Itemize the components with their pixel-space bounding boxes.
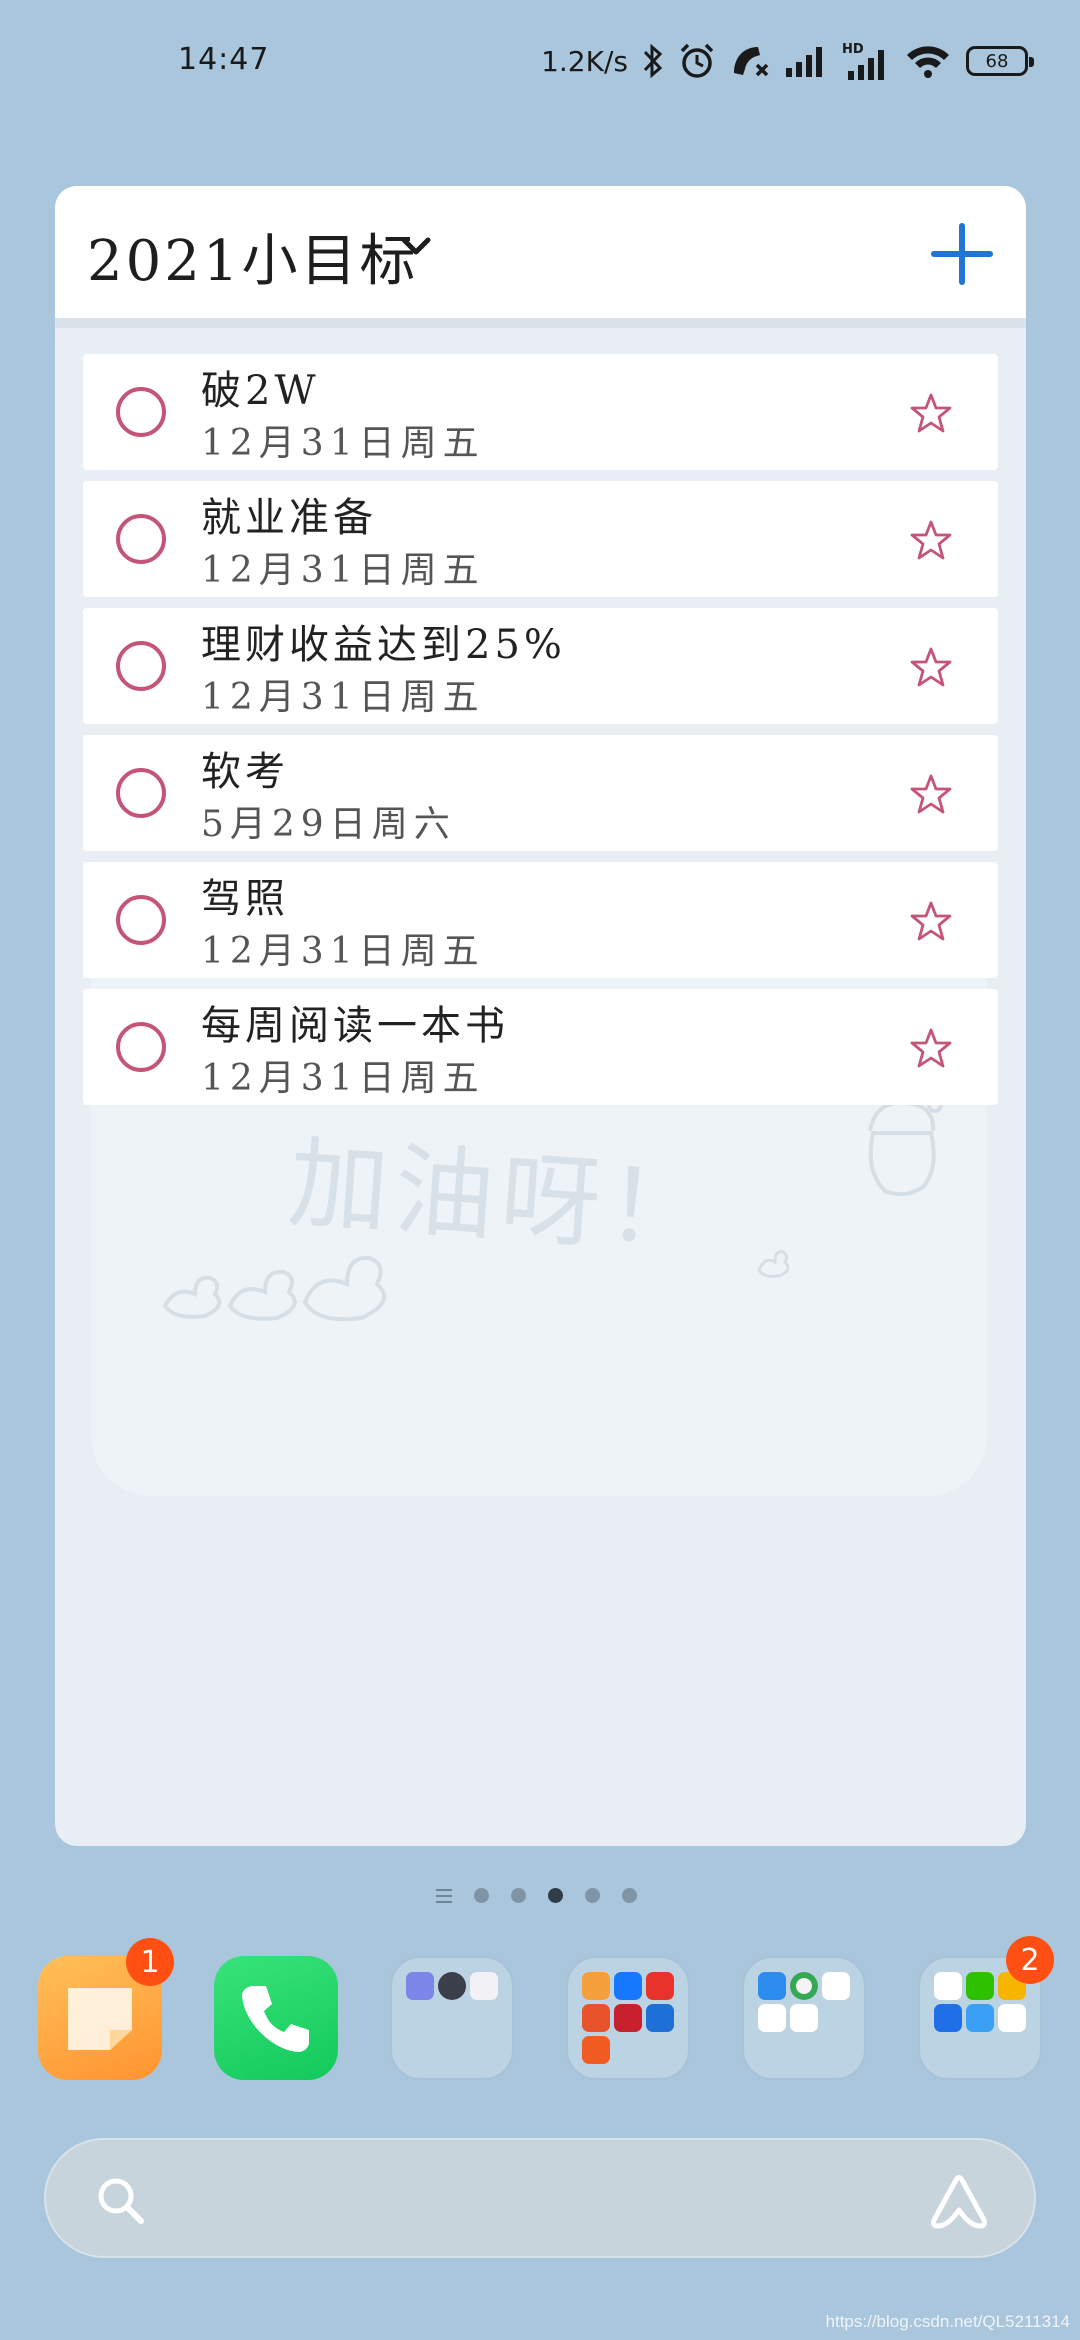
duckling-illustration	[755, 1246, 795, 1282]
task-checkbox[interactable]	[116, 641, 166, 691]
task-checkbox[interactable]	[116, 1022, 166, 1072]
task-checkbox[interactable]	[116, 768, 166, 818]
camera-icon	[438, 1972, 466, 2000]
signal-icon	[784, 44, 828, 78]
ducks-illustration	[155, 1236, 415, 1330]
app-folder[interactable]	[742, 1956, 866, 2080]
task-item[interactable]: 破2W 12月31日周五	[83, 354, 998, 470]
star-icon[interactable]	[910, 900, 952, 942]
add-task-button[interactable]	[924, 216, 1000, 292]
task-item[interactable]: 驾照 12月31日周五	[83, 862, 998, 978]
task-due-date: 12月31日周五	[201, 550, 485, 591]
app-icon	[582, 2004, 610, 2032]
weibo-icon	[998, 2004, 1026, 2032]
page-dot[interactable]	[622, 1888, 637, 1903]
alarm-icon	[678, 42, 716, 80]
page-dot[interactable]	[585, 1888, 600, 1903]
page-list-icon[interactable]	[436, 1888, 452, 1903]
phone-app-icon[interactable]	[214, 1956, 338, 2080]
app-icon	[470, 1972, 498, 2000]
assistant-icon[interactable]	[926, 2168, 992, 2238]
gallery-icon	[406, 1972, 434, 2000]
task-title: 驾照	[201, 876, 289, 922]
task-due-date: 12月31日周五	[201, 1058, 485, 1099]
list-title[interactable]: 2021小目标	[87, 216, 419, 297]
task-checkbox[interactable]	[116, 387, 166, 437]
notification-badge: 1	[126, 1938, 174, 1986]
app-icon	[966, 2004, 994, 2032]
fund-app-icon	[582, 2036, 610, 2064]
dock: 1 2	[0, 1936, 1080, 2082]
star-icon[interactable]	[910, 1027, 952, 1069]
task-item[interactable]: 每周阅读一本书 12月31日周五	[83, 989, 998, 1105]
app-icon	[646, 2004, 674, 2032]
notification-badge: 2	[1006, 1936, 1054, 1984]
task-title: 每周阅读一本书	[201, 1003, 509, 1049]
app-icon	[582, 1972, 610, 2000]
task-item[interactable]: 就业准备 12月31日周五	[83, 481, 998, 597]
battery-icon: 68	[966, 46, 1034, 76]
star-icon[interactable]	[910, 646, 952, 688]
task-list: 破2W 12月31日周五 就业准备 12月31日周五 理财收益达到25% 12月…	[83, 354, 998, 1116]
bluetooth-icon	[642, 43, 664, 79]
task-item[interactable]: 软考 5月29日周六	[83, 735, 998, 851]
watermark: https://blog.csdn.net/QL5211314	[825, 2312, 1070, 2331]
page-dot[interactable]	[511, 1888, 526, 1903]
star-icon[interactable]	[910, 773, 952, 815]
app-icon	[646, 1972, 674, 2000]
bank-app-icon	[614, 2004, 642, 2032]
app-icon	[758, 1972, 786, 2000]
page-dot-active[interactable]	[548, 1888, 563, 1903]
task-checkbox[interactable]	[116, 895, 166, 945]
call-muted-icon	[730, 43, 770, 79]
page-dot[interactable]	[474, 1888, 489, 1903]
app-folder[interactable]	[390, 1956, 514, 2080]
page-indicator	[436, 1888, 637, 1903]
play-games-icon	[758, 2004, 786, 2032]
network-speed: 1.2K/s	[541, 44, 628, 78]
svg-text:HD: HD	[842, 42, 864, 57]
hd-signal-icon: HD	[842, 41, 890, 81]
header-divider	[55, 318, 1026, 328]
search-icon[interactable]	[94, 2174, 148, 2232]
task-due-date: 5月29日周六	[201, 804, 456, 845]
play-icon	[790, 2004, 818, 2032]
todo-widget[interactable]: 加油呀！ 2021小目标 破2W 12月31日周五 就业准备 12月31日周五 …	[55, 186, 1026, 1846]
task-title: 理财收益达到25%	[201, 622, 566, 668]
task-title: 就业准备	[201, 495, 377, 541]
task-due-date: 12月31日周五	[201, 423, 485, 464]
wechat-icon	[966, 1972, 994, 2000]
task-title: 软考	[201, 749, 289, 795]
status-bar: 14:47 1.2K/s HD 68	[0, 0, 1080, 120]
search-bar[interactable]	[44, 2138, 1036, 2258]
task-due-date: 12月31日周五	[201, 931, 485, 972]
task-item[interactable]: 理财收益达到25% 12月31日周五	[83, 608, 998, 724]
task-checkbox[interactable]	[116, 514, 166, 564]
widget-header: 2021小目标	[55, 186, 1026, 318]
star-icon[interactable]	[910, 392, 952, 434]
app-icon	[934, 2004, 962, 2032]
status-time: 14:47	[178, 42, 270, 77]
chevron-down-icon[interactable]	[399, 234, 433, 262]
task-due-date: 12月31日周五	[201, 677, 485, 718]
status-icons: 1.2K/s HD 68	[541, 36, 1034, 86]
qq-icon	[934, 1972, 962, 2000]
wifi-icon	[904, 43, 952, 79]
app-folder[interactable]	[566, 1956, 690, 2080]
alipay-icon	[614, 1972, 642, 2000]
task-title: 破2W	[201, 368, 320, 414]
chrome-icon	[790, 1972, 818, 2000]
play-store-icon	[822, 1972, 850, 2000]
star-icon[interactable]	[910, 519, 952, 561]
